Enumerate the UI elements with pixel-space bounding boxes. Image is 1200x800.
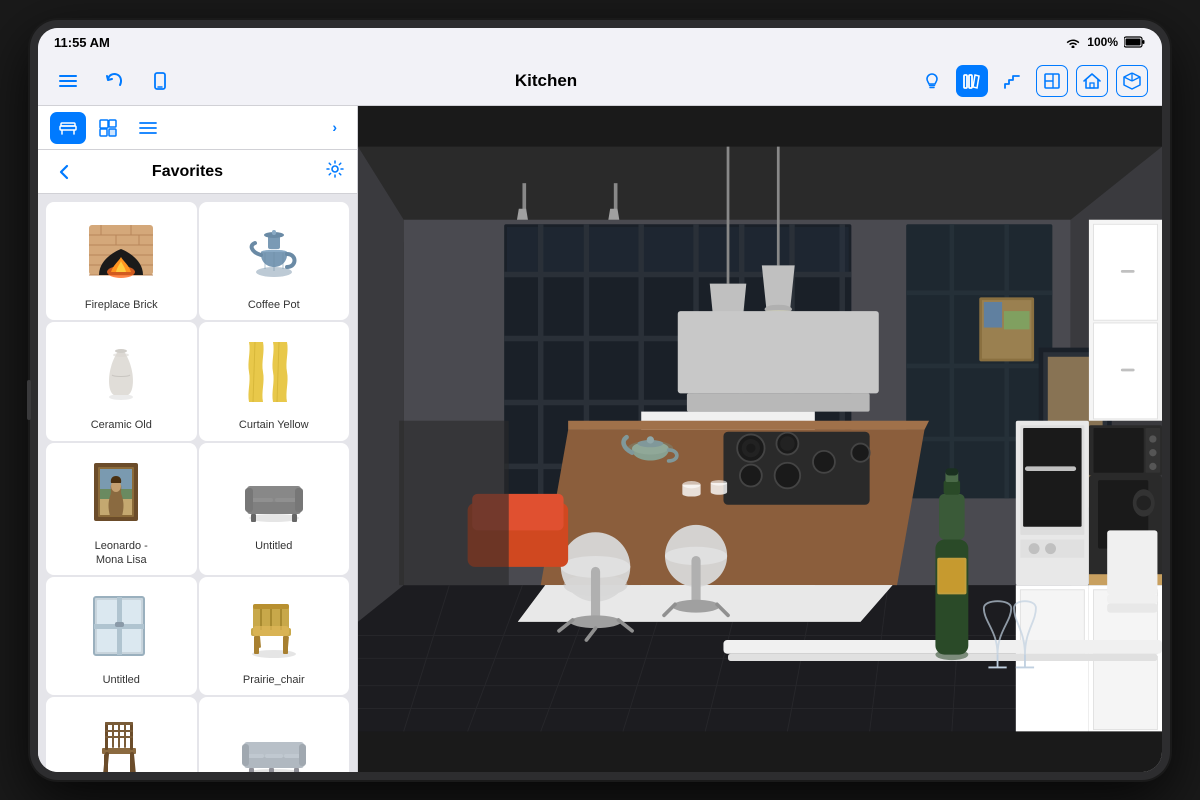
volume-button[interactable]	[27, 380, 31, 420]
furniture-icon	[58, 118, 78, 138]
tab-materials[interactable]	[90, 112, 126, 144]
ipad-frame: 11:55 AM 100%	[30, 20, 1170, 780]
sidebar-tabs: ›	[38, 106, 357, 150]
prairie-chair-thumbnail	[230, 587, 318, 667]
status-bar: 11:55 AM 100%	[38, 28, 1162, 56]
list-item[interactable]: Untitled	[199, 443, 350, 576]
sofa3x-thumbnail	[230, 707, 318, 772]
lighting-button[interactable]	[916, 65, 948, 97]
sofa3x-preview	[239, 712, 309, 772]
floorplan-button[interactable]	[1036, 65, 1068, 97]
curtain-yellow-thumbnail	[230, 332, 318, 412]
menu-button[interactable]	[52, 65, 84, 97]
untitled-sofa-preview	[239, 458, 309, 528]
list-item[interactable]: Fireplace Brick	[46, 202, 197, 320]
fireplace-brick-thumbnail	[77, 212, 165, 292]
floors-button[interactable]	[996, 65, 1028, 97]
nav-bar: Kitchen	[38, 56, 1162, 106]
ipad-screen: 11:55 AM 100%	[38, 28, 1162, 772]
bulb-icon	[922, 71, 942, 91]
library-button[interactable]	[956, 65, 988, 97]
list-item[interactable]: Ceramic Old	[46, 322, 197, 440]
battery-percent: 100%	[1087, 35, 1118, 49]
status-right: 100%	[1065, 35, 1146, 49]
scene-area	[358, 106, 1162, 772]
3d-view-button[interactable]	[1116, 65, 1148, 97]
fireplace-brick-label: Fireplace Brick	[85, 298, 158, 312]
chair-002-preview	[86, 712, 156, 772]
curtain-yellow-label: Curtain Yellow	[239, 418, 309, 432]
favorites-title: Favorites	[86, 163, 289, 181]
list-item[interactable]: Sofa3x_amazing	[199, 697, 350, 772]
stairs-icon	[1002, 71, 1022, 91]
battery-icon	[1124, 36, 1146, 48]
untitled-window-preview	[86, 592, 156, 662]
undo-icon	[104, 71, 124, 91]
mona-lisa-label: Leonardo - Mona Lisa	[95, 539, 148, 568]
mona-lisa-thumbnail	[77, 453, 165, 533]
undo-button[interactable]	[98, 65, 130, 97]
main-content: › Favorites	[38, 106, 1162, 772]
object-icon	[150, 71, 170, 91]
prairie-chair-preview	[239, 592, 309, 662]
untitled-window-thumbnail	[77, 587, 165, 667]
untitled-window-label: Untitled	[103, 673, 140, 687]
list-item[interactable]: Untitled	[46, 577, 197, 695]
menu-icon	[58, 71, 78, 91]
kitchen-3d-scene	[358, 106, 1162, 772]
back-button[interactable]	[50, 158, 78, 186]
list-item[interactable]: Prairie_chair	[199, 577, 350, 695]
wifi-icon	[1065, 36, 1081, 48]
untitled-sofa-label: Untitled	[255, 539, 292, 553]
ceramic-old-thumbnail	[77, 332, 165, 412]
favorites-grid: Fireplace Brick	[38, 194, 357, 772]
tab-furniture[interactable]	[50, 112, 86, 144]
favorites-settings-button[interactable]	[325, 159, 345, 184]
prairie-chair-label: Prairie_chair	[243, 673, 305, 687]
house-icon	[1082, 71, 1102, 91]
sidebar: › Favorites	[38, 106, 358, 772]
nav-title: Kitchen	[515, 71, 577, 91]
more-icon: ›	[332, 119, 337, 135]
ceramic-old-label: Ceramic Old	[91, 418, 152, 432]
settings-icon	[325, 159, 345, 179]
library-icon	[962, 71, 982, 91]
materials-icon	[98, 118, 118, 138]
nav-right	[916, 65, 1148, 97]
list-icon	[138, 118, 158, 138]
house-button[interactable]	[1076, 65, 1108, 97]
list-item[interactable]: Curtain Yellow	[199, 322, 350, 440]
coffee-pot-thumbnail	[230, 212, 318, 292]
back-chevron-icon	[56, 162, 72, 182]
tab-list[interactable]	[130, 112, 166, 144]
nav-left	[52, 65, 176, 97]
coffee-pot-label: Coffee Pot	[248, 298, 300, 312]
object-button[interactable]	[144, 65, 176, 97]
untitled-sofa-thumbnail	[230, 453, 318, 533]
cube-icon	[1122, 71, 1142, 91]
fireplace-brick-preview	[81, 217, 161, 287]
chair-002-thumbnail	[77, 707, 165, 772]
sidebar-header: Favorites	[38, 150, 357, 194]
mona-lisa-preview	[86, 458, 156, 528]
floorplan-icon	[1042, 71, 1062, 91]
list-item[interactable]: Coffee Pot	[199, 202, 350, 320]
list-item[interactable]: Leonardo - Mona Lisa	[46, 443, 197, 576]
ceramic-preview	[86, 337, 156, 407]
status-time: 11:55 AM	[54, 35, 110, 50]
curtain-preview	[239, 337, 309, 407]
coffee-pot-preview	[239, 217, 309, 287]
list-item[interactable]: Chair_002	[46, 697, 197, 772]
more-tabs-button[interactable]: ›	[324, 115, 345, 141]
